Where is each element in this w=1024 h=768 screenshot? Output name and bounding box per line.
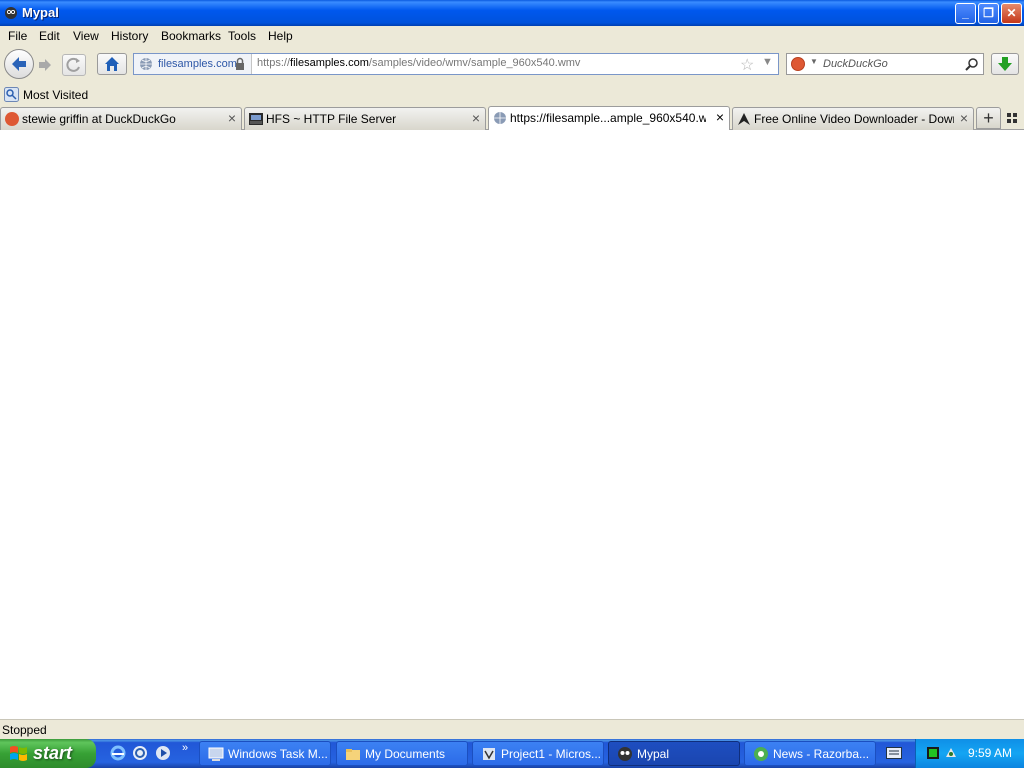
navigation-toolbar: filesamples.com https://filesamples.com/… — [0, 46, 1024, 84]
task-project1[interactable]: Project1 - Micros... — [472, 741, 604, 766]
close-tab-icon[interactable]: × — [228, 110, 236, 126]
clock[interactable]: 9:59 AM — [968, 746, 1012, 760]
home-button[interactable] — [97, 53, 127, 75]
menu-bookmarks[interactable]: Bookmarks — [161, 29, 221, 43]
search-icon[interactable] — [965, 57, 979, 71]
bookmarks-toolbar: Most Visited — [0, 84, 1024, 106]
close-tab-icon[interactable]: × — [960, 110, 968, 126]
forward-arrow-icon — [39, 59, 51, 71]
media-player-icon[interactable] — [155, 745, 171, 761]
tab-label: HFS ~ HTTP File Server — [266, 112, 397, 126]
taskbar: start » Windows Task M... My Documents P… — [0, 739, 1024, 768]
tab-label: Free Online Video Downloader - Downlo... — [754, 112, 954, 126]
search-bar[interactable]: ▼ DuckDuckGo — [786, 53, 984, 75]
browser-icon — [754, 747, 768, 761]
quick-launch-more-icon[interactable]: » — [182, 742, 188, 754]
menu-file[interactable]: File — [8, 29, 27, 43]
task-label: Windows Task M... — [228, 747, 328, 761]
forward-button[interactable] — [34, 55, 56, 75]
tab-video-downloader[interactable]: Free Online Video Downloader - Downlo...… — [732, 107, 974, 130]
task-label: My Documents — [365, 747, 446, 761]
close-window-button[interactable]: ✕ — [1001, 3, 1022, 24]
site-identity-button[interactable]: filesamples.com — [134, 54, 252, 74]
url-domain: filesamples.com — [290, 57, 369, 69]
globe-icon — [494, 112, 506, 124]
list-all-tabs-icon[interactable] — [1006, 112, 1018, 124]
reload-button[interactable] — [62, 54, 86, 76]
search-input[interactable]: DuckDuckGo — [823, 58, 888, 70]
tab-label: https://filesample...ample_960x540.wmv — [510, 111, 706, 125]
keyboard-language-icon[interactable] — [886, 747, 902, 759]
bookmark-star-icon[interactable]: ☆ — [740, 55, 754, 75]
minimize-icon: _ — [962, 6, 969, 20]
restore-icon: ❐ — [983, 6, 994, 20]
system-tray: 9:59 AM — [915, 739, 1024, 768]
address-bar[interactable]: filesamples.com https://filesamples.com/… — [133, 53, 779, 75]
back-arrow-icon — [12, 57, 26, 71]
downloader-icon — [738, 113, 750, 125]
menu-tools[interactable]: Tools — [228, 29, 256, 43]
close-icon: ✕ — [1006, 6, 1017, 20]
network-tray-icon[interactable] — [944, 746, 958, 760]
home-icon — [105, 57, 119, 71]
download-arrow-icon — [998, 57, 1012, 71]
lock-icon — [236, 57, 244, 70]
windows-flag-icon — [10, 746, 27, 761]
restore-button[interactable]: ❐ — [978, 3, 999, 24]
folder-icon — [346, 749, 360, 760]
task-news-razorba[interactable]: News - Razorba... — [744, 741, 876, 766]
close-tab-icon[interactable]: × — [472, 110, 480, 126]
url-path: /samples/video/wmv/sample_960x540.wmv — [368, 57, 581, 69]
tab-duckduckgo[interactable]: stewie griffin at DuckDuckGo × — [0, 107, 242, 130]
window-titlebar[interactable]: Mypal _ ❐ ✕ — [0, 0, 1024, 26]
status-text: Stopped — [2, 723, 47, 737]
duckduckgo-icon[interactable] — [791, 57, 805, 71]
mypal-icon — [5, 7, 17, 19]
duckduckgo-icon — [5, 112, 19, 126]
task-mypal[interactable]: Mypal — [608, 741, 740, 766]
menu-help[interactable]: Help — [268, 29, 293, 43]
menu-edit[interactable]: Edit — [39, 29, 60, 43]
new-tab-button[interactable]: + — [976, 107, 1001, 129]
internet-explorer-icon[interactable] — [110, 745, 126, 761]
task-my-documents[interactable]: My Documents — [336, 741, 468, 766]
back-button[interactable] — [4, 49, 34, 79]
globe-icon — [140, 58, 152, 70]
task-manager-icon — [208, 747, 224, 761]
tab-hfs[interactable]: HFS ~ HTTP File Server × — [244, 107, 486, 130]
plus-icon: + — [983, 108, 994, 128]
start-label: start — [33, 743, 73, 763]
menu-bar: File Edit View History Bookmarks Tools H… — [0, 26, 1024, 46]
search-engine-dropdown-icon[interactable]: ▼ — [810, 57, 818, 66]
vb-project-icon — [483, 748, 495, 760]
most-visited-bookmark[interactable]: Most Visited — [23, 88, 88, 102]
window-title: Mypal — [22, 5, 59, 20]
tab-label: stewie griffin at DuckDuckGo — [22, 112, 176, 126]
reload-icon — [66, 57, 80, 72]
menu-view[interactable]: View — [73, 29, 99, 43]
page-content[interactable] — [0, 130, 1024, 719]
url-history-dropdown-icon[interactable]: ▼ — [762, 56, 773, 68]
url-text[interactable]: https://filesamples.com/samples/video/wm… — [257, 57, 580, 69]
close-tab-icon[interactable]: × — [716, 109, 724, 125]
task-label: News - Razorba... — [773, 747, 870, 761]
status-bar: Stopped — [0, 719, 1024, 739]
tab-filesamples[interactable]: https://filesample...ample_960x540.wmv × — [488, 106, 730, 130]
task-windows-task-manager[interactable]: Windows Task M... — [199, 741, 331, 766]
email-client-icon[interactable] — [132, 745, 148, 761]
menu-history[interactable]: History — [111, 29, 148, 43]
task-label: Mypal — [637, 747, 670, 761]
hfs-icon — [249, 113, 263, 125]
most-visited-icon — [4, 87, 19, 102]
minimize-button[interactable]: _ — [955, 3, 976, 24]
tab-strip: stewie griffin at DuckDuckGo × HFS ~ HTT… — [0, 106, 1024, 130]
mypal-icon — [618, 747, 632, 761]
monitor-tray-icon[interactable] — [926, 746, 940, 760]
task-label: Project1 - Micros... — [501, 747, 602, 761]
start-button[interactable]: start — [0, 739, 96, 768]
url-scheme: https:// — [257, 57, 291, 69]
identity-site-label: filesamples.com — [158, 58, 237, 70]
downloads-button[interactable] — [991, 53, 1019, 75]
